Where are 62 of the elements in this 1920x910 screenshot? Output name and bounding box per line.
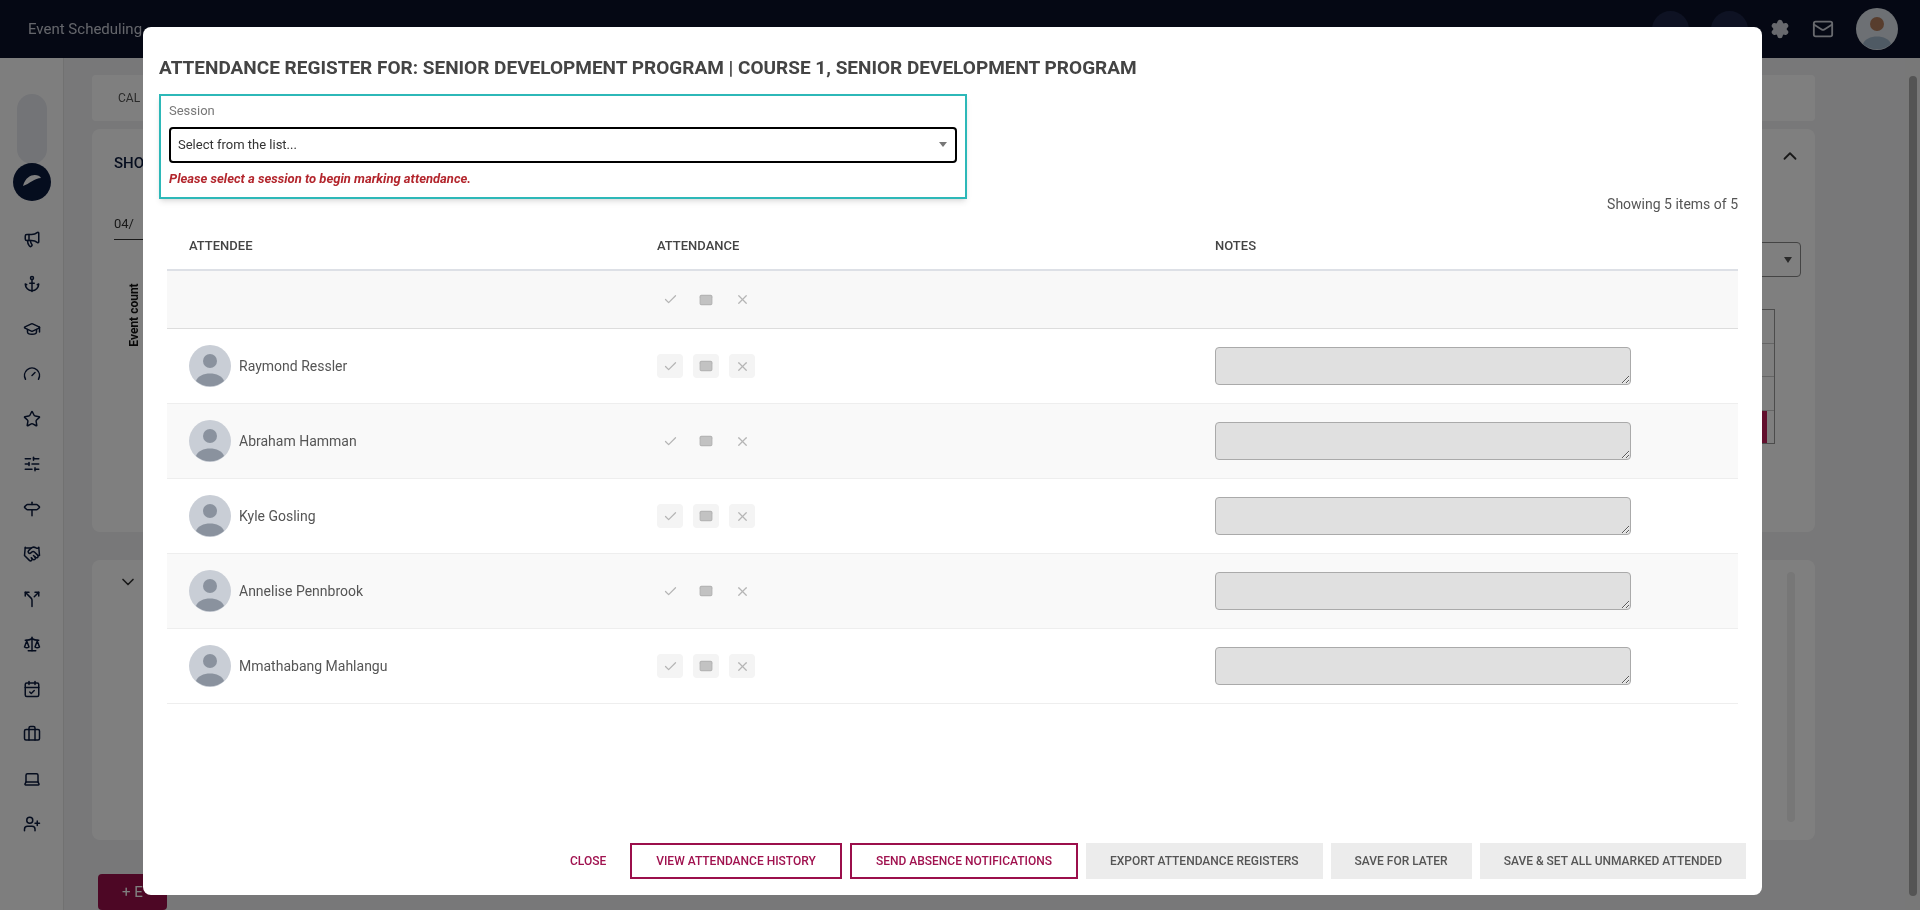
- notes-field[interactable]: [1215, 572, 1631, 610]
- attendee-name: Abraham Hamman: [239, 431, 357, 451]
- session-error: Please select a session to begin marking attendance.: [169, 169, 472, 188]
- dropdown-caret-icon: [939, 141, 947, 147]
- notes-field[interactable]: [1215, 647, 1631, 685]
- gauge-icon[interactable]: [22, 365, 41, 383]
- app-title: Event Scheduling: [28, 18, 143, 40]
- avatar-icon[interactable]: [1856, 8, 1898, 50]
- attendee-name: Raymond Ressler: [239, 356, 348, 376]
- dialog-button[interactable]: SAVE FOR LATER: [1330, 843, 1472, 879]
- session-select[interactable]: Select from the list...: [169, 126, 957, 163]
- notes-field[interactable]: [1215, 347, 1631, 385]
- user-plus-icon[interactable]: [22, 815, 41, 833]
- mark-absent-button[interactable]: [729, 654, 755, 678]
- item-count: Showing 5 items of 5: [1607, 195, 1738, 214]
- star-icon[interactable]: [22, 410, 41, 428]
- axis-label: Event count: [126, 283, 142, 347]
- scale-icon[interactable]: [22, 635, 41, 653]
- dialog-button[interactable]: SEND ABSENCE NOTIFICATIONS: [849, 843, 1078, 879]
- avatar-icon: [189, 645, 231, 687]
- session-label: Session: [169, 102, 216, 120]
- mark-notified-button[interactable]: [693, 354, 719, 378]
- panel-title: SHO: [114, 154, 145, 173]
- avatar-icon: [189, 420, 231, 462]
- attendee-name: Annelise Pennbrook: [239, 581, 364, 601]
- mark-absent-button[interactable]: [729, 354, 755, 378]
- handshake-icon[interactable]: [22, 545, 41, 563]
- megaphone-icon[interactable]: [22, 230, 41, 248]
- sliders-icon[interactable]: [22, 455, 41, 473]
- messages-icon[interactable]: [1812, 18, 1834, 40]
- notes-field[interactable]: [1215, 422, 1631, 460]
- settings-icon[interactable]: [1770, 19, 1790, 39]
- date-field[interactable]: 04/: [114, 216, 134, 232]
- mark-notified-button[interactable]: [693, 654, 719, 678]
- dialog-button[interactable]: SAVE & SET ALL UNMARKED ATTENDED: [1479, 843, 1746, 879]
- mark-notified-button[interactable]: [693, 504, 719, 528]
- attendee-name: Mmathabang Mahlangu: [239, 656, 388, 676]
- dialog-title: ATTENDANCE REGISTER FOR: SENIOR DEVELOPMENT PROGRAM | COURSE 1, SENIOR DEVELOPMENT PROGRAM: [159, 56, 1138, 80]
- signpost-icon[interactable]: [22, 500, 41, 518]
- calendar-tab[interactable]: CAL: [118, 89, 141, 108]
- mark-attended-button[interactable]: [657, 654, 683, 678]
- calendar-check-icon[interactable]: [22, 680, 41, 698]
- mark-absent-button[interactable]: [729, 504, 755, 528]
- anchor-icon[interactable]: [22, 275, 41, 293]
- dialog-button[interactable]: VIEW ATTENDANCE HISTORY: [630, 843, 842, 879]
- briefcase-icon[interactable]: [22, 725, 41, 743]
- dialog-button[interactable]: CLOSE: [553, 843, 623, 879]
- dialog-button[interactable]: EXPORT ATTENDANCE REGISTERS: [1086, 843, 1323, 879]
- column-header: ATTENDANCE: [657, 238, 740, 253]
- avatar-icon: [189, 345, 231, 387]
- mark-attended-button[interactable]: [657, 354, 683, 378]
- attendee-name: Kyle Gosling: [239, 506, 316, 526]
- graduation-cap-icon[interactable]: [22, 320, 41, 338]
- dropdown-caret-icon: [1784, 256, 1792, 263]
- laptop-icon[interactable]: [22, 770, 41, 788]
- avatar-icon: [189, 495, 231, 537]
- split-arrow-icon[interactable]: [22, 590, 41, 608]
- notes-field[interactable]: [1215, 497, 1631, 535]
- column-header: NOTES: [1215, 238, 1256, 253]
- column-header: ATTENDEE: [189, 238, 253, 253]
- mark-attended-button[interactable]: [657, 504, 683, 528]
- avatar-icon: [189, 570, 231, 612]
